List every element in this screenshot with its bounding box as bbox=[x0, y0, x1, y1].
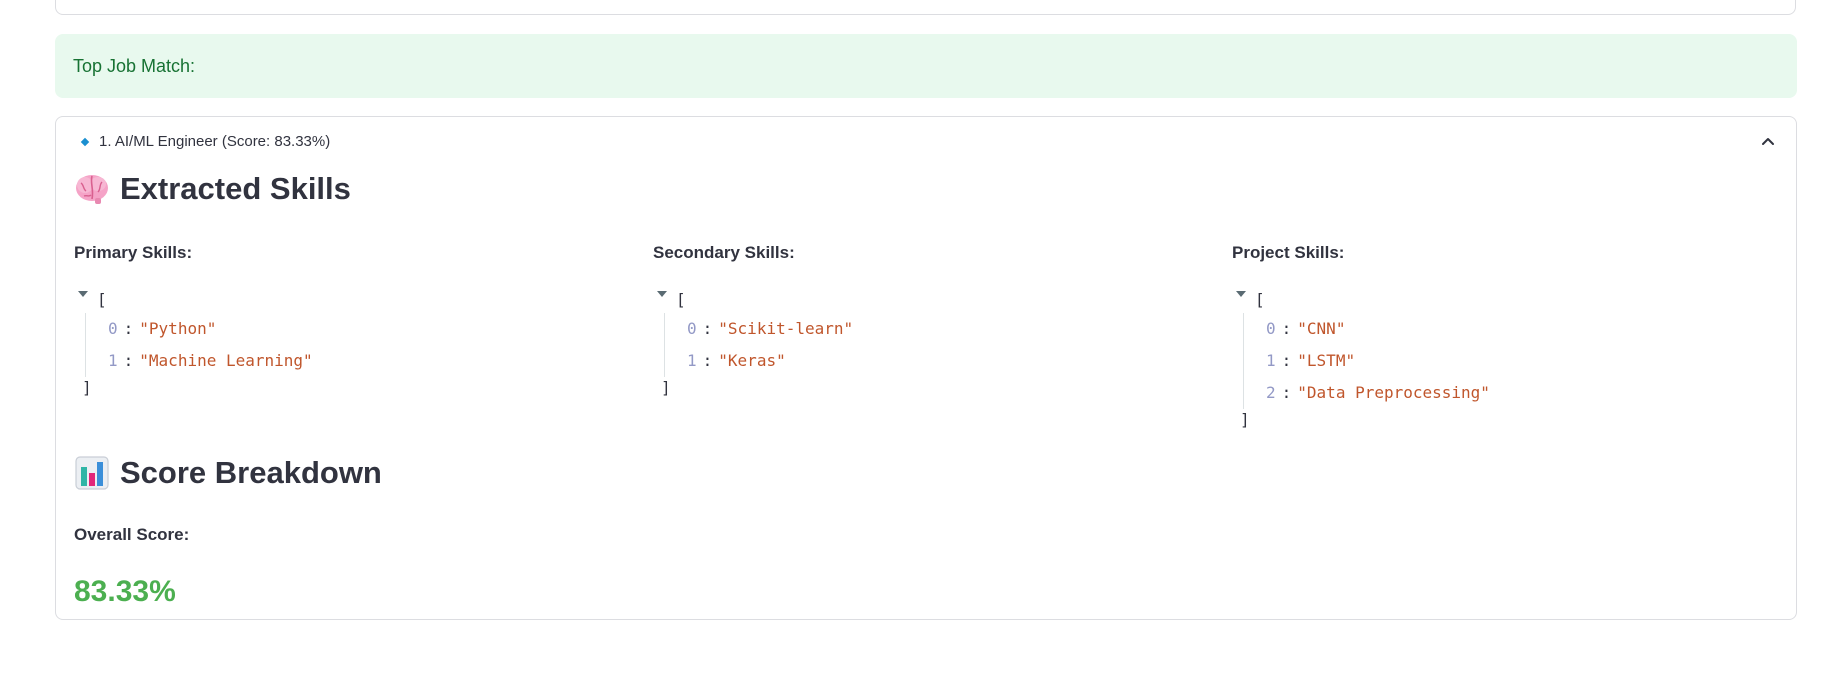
overall-score-label: Overall Score: bbox=[74, 525, 190, 544]
primary-skills-json: [ 0: "Python" 1: "Machine Learning" ] bbox=[78, 287, 313, 403]
success-alert: Top Job Match: bbox=[55, 34, 1797, 98]
success-alert-text: Top Job Match: bbox=[73, 55, 196, 76]
project-skills-json: [ 0: "CNN" 1: "LSTM" 2: "Data Preprocessing… bbox=[1236, 287, 1490, 435]
score-breakdown-title: Score Breakdown bbox=[120, 455, 382, 490]
bar-chart-icon bbox=[75, 456, 109, 490]
json-item: 1: "Machine Learning" bbox=[108, 351, 313, 370]
json-item: 2: "Data Preprocessing" bbox=[1266, 383, 1490, 402]
previous-container bbox=[55, 0, 1796, 15]
project-skills-label: Project Skills: bbox=[1232, 243, 1345, 262]
json-item: 1: "Keras" bbox=[687, 351, 786, 370]
secondary-skills-json: [ 0: "Scikit-learn" 1: "Keras" ] bbox=[657, 287, 853, 403]
secondary-skills-label: Secondary Skills: bbox=[653, 243, 795, 262]
job-match-expander: 1. AI/ML Engineer (Score: 83.33%) Extrac… bbox=[55, 116, 1797, 620]
collapse-caret-icon[interactable] bbox=[78, 291, 88, 297]
extracted-skills-heading: Extracted Skills bbox=[74, 171, 351, 207]
extracted-skills-title: Extracted Skills bbox=[120, 171, 351, 206]
primary-skills-label: Primary Skills: bbox=[74, 243, 193, 262]
expander-title: 1. AI/ML Engineer (Score: 83.33%) bbox=[99, 133, 331, 150]
json-item: 0: "Scikit-learn" bbox=[687, 319, 854, 338]
collapse-caret-icon[interactable] bbox=[657, 291, 667, 297]
json-item: 0: "CNN" bbox=[1266, 319, 1346, 338]
score-breakdown-heading: Score Breakdown bbox=[74, 455, 382, 491]
overall-score-value: 83.33% bbox=[74, 575, 176, 608]
diamond-icon bbox=[80, 137, 90, 147]
brain-icon bbox=[76, 175, 108, 204]
chevron-up-icon[interactable] bbox=[1758, 131, 1778, 151]
collapse-caret-icon[interactable] bbox=[1236, 291, 1246, 297]
expander-header[interactable]: 1. AI/ML Engineer (Score: 83.33%) bbox=[56, 117, 1796, 169]
json-item: 0: "Python" bbox=[108, 319, 217, 338]
json-item: 1: "LSTM" bbox=[1266, 351, 1356, 370]
